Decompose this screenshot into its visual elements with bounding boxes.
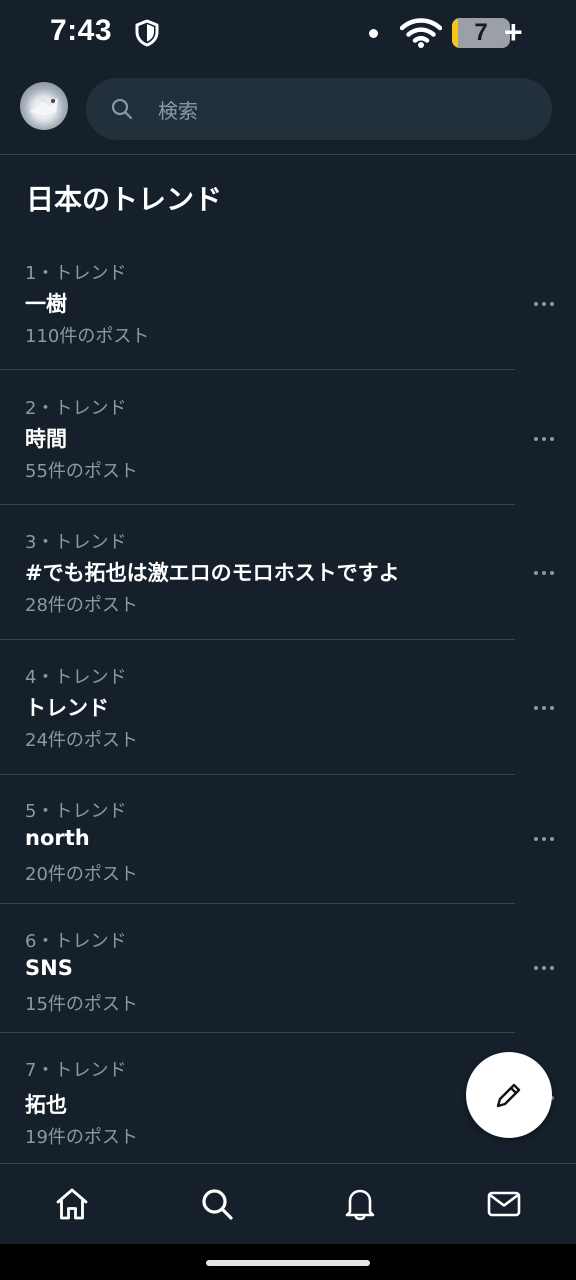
trend-meta: 1・トレンド: [25, 263, 127, 284]
trend-meta: 6・トレンド: [25, 931, 127, 952]
trend-post-count: 28件のポスト: [25, 595, 138, 616]
bottom-nav: [0, 1163, 576, 1244]
trend-name: SNS: [25, 956, 73, 980]
trend-name: 時間: [25, 427, 67, 451]
home-icon: [56, 1188, 88, 1220]
mail-icon: [487, 1191, 521, 1217]
search-icon: [111, 98, 133, 120]
avatar-image: [30, 94, 58, 116]
trend-divider: [0, 504, 515, 505]
trend-name: 拓也: [25, 1093, 67, 1117]
gesture-bar: [0, 1244, 576, 1280]
search-placeholder: 検索: [158, 99, 198, 123]
more-options-icon[interactable]: [534, 964, 556, 972]
nav-search-button[interactable]: [199, 1186, 235, 1222]
status-bar: 7:43 7 +: [0, 0, 576, 66]
compose-button[interactable]: [466, 1052, 552, 1138]
wifi-icon: [400, 18, 442, 48]
trend-divider: [0, 774, 515, 775]
trend-meta: 2・トレンド: [25, 398, 127, 419]
trend-meta: 5・トレンド: [25, 801, 127, 822]
trend-name: #でも拓也は激エロのモロホストですよ: [25, 561, 400, 585]
trend-item[interactable]: 5・トレンド north 20件のポスト: [0, 797, 576, 904]
trend-name: north: [25, 826, 90, 850]
trend-post-count: 19件のポスト: [25, 1127, 138, 1148]
trend-post-count: 24件のポスト: [25, 730, 138, 751]
trend-divider: [0, 639, 515, 640]
avatar[interactable]: [20, 82, 68, 130]
shield-icon: [135, 19, 159, 47]
battery-icon: 7: [452, 18, 510, 48]
bell-icon: [345, 1189, 375, 1221]
more-options-icon[interactable]: [534, 704, 556, 712]
pencil-icon: [496, 1083, 521, 1108]
trend-meta: 4・トレンド: [25, 667, 127, 688]
trend-meta: 3・トレンド: [25, 532, 127, 553]
battery-level: 7: [474, 19, 488, 46]
trend-name: トレンド: [25, 696, 109, 720]
more-options-icon[interactable]: [534, 835, 556, 843]
trend-post-count: 110件のポスト: [25, 326, 150, 347]
trend-divider: [0, 903, 515, 904]
trend-post-count: 20件のポスト: [25, 864, 138, 885]
section-title: 日本のトレンド: [26, 183, 223, 216]
notification-dot-icon: [369, 29, 378, 38]
trend-meta: 7・トレンド: [25, 1060, 127, 1081]
trend-item[interactable]: 1・トレンド 一樹 110件のポスト: [0, 259, 576, 370]
trend-divider: [0, 1032, 515, 1033]
trend-item[interactable]: 6・トレンド SNS 15件のポスト: [0, 927, 576, 1033]
charging-plus-icon: +: [504, 14, 523, 50]
nav-messages-button[interactable]: [486, 1186, 522, 1222]
trend-post-count: 55件のポスト: [25, 461, 138, 482]
header-divider: [0, 154, 576, 155]
nav-notifications-button[interactable]: [342, 1186, 378, 1222]
trend-item[interactable]: 4・トレンド トレンド 24件のポスト: [0, 663, 576, 775]
status-time: 7:43: [50, 14, 113, 47]
trend-post-count: 15件のポスト: [25, 994, 138, 1015]
trend-name: 一樹: [25, 292, 67, 316]
search-input[interactable]: 検索: [86, 78, 552, 140]
trend-item[interactable]: 2・トレンド 時間 55件のポスト: [0, 394, 576, 505]
trend-item[interactable]: 3・トレンド #でも拓也は激エロのモロホストですよ 28件のポスト: [0, 528, 576, 640]
more-options-icon[interactable]: [534, 435, 556, 443]
home-gesture-handle[interactable]: [206, 1260, 370, 1266]
trend-divider: [0, 369, 515, 370]
nav-home-button[interactable]: [54, 1186, 90, 1222]
more-options-icon[interactable]: [534, 569, 556, 577]
more-options-icon[interactable]: [534, 300, 556, 308]
search-icon: [202, 1189, 233, 1220]
